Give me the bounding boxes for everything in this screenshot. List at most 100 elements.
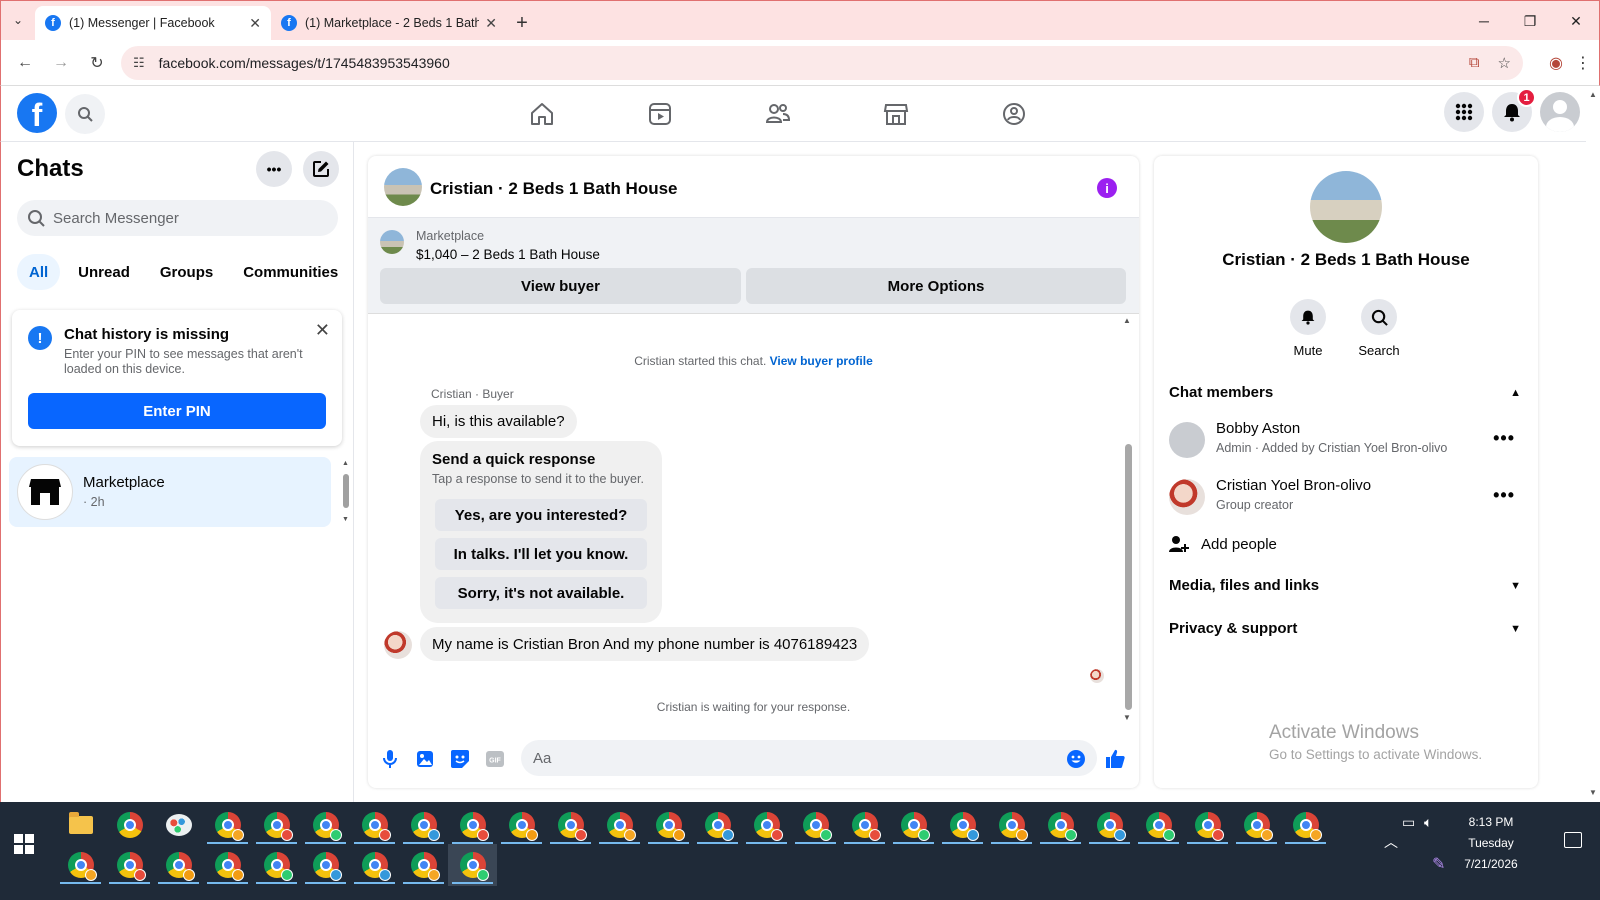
groups-nav[interactable] — [955, 86, 1073, 142]
taskbar-app-button[interactable] — [203, 804, 252, 846]
notification-center-icon[interactable] — [1564, 832, 1582, 848]
taskbar-app-button[interactable] — [1085, 804, 1134, 846]
minimize-icon[interactable]: ─ — [1461, 1, 1507, 41]
taskbar-app-button[interactable] — [350, 844, 399, 886]
url-field[interactable]: ☷ facebook.com/messages/t/17454839535439… — [121, 46, 1523, 80]
taskbar-app-button[interactable] — [987, 804, 1036, 846]
view-buyer-button[interactable]: View buyer — [380, 268, 741, 304]
view-buyer-profile-link[interactable]: View buyer profile — [770, 354, 873, 368]
taskbar-app-button[interactable] — [595, 804, 644, 846]
enter-pin-button[interactable]: Enter PIN — [28, 393, 326, 429]
taskbar-app-button[interactable] — [56, 804, 105, 846]
chevron-up-icon[interactable]: ︿ — [1384, 832, 1398, 852]
more-dots-icon[interactable]: ••• — [1493, 428, 1515, 449]
bookmark-star-icon[interactable]: ☆ — [1498, 54, 1511, 72]
browser-menu-icon[interactable]: ⋮ — [1575, 53, 1591, 73]
tab-search-chevron-icon[interactable]: ⌄ — [1, 0, 35, 40]
media-files-section[interactable]: Media, files and links ▼ — [1169, 577, 1521, 594]
search-action[interactable]: Search — [1349, 299, 1409, 358]
taskbar-app-button[interactable] — [448, 844, 497, 886]
more-dots-icon[interactable]: ••• — [1493, 485, 1515, 506]
account-avatar[interactable] — [1540, 92, 1580, 132]
close-icon[interactable]: ✕ — [315, 320, 330, 341]
taskbar-app-button[interactable] — [350, 804, 399, 846]
info-icon[interactable]: i — [1097, 178, 1117, 198]
new-tab-button[interactable]: + — [507, 6, 537, 40]
taskbar-app-button[interactable] — [840, 804, 889, 846]
scroll-down-icon[interactable]: ▼ — [1589, 788, 1597, 797]
taskbar-app-button[interactable] — [203, 844, 252, 886]
clock[interactable]: 8:13 PM Tuesday 7/21/2026 — [1446, 812, 1536, 875]
home-nav[interactable] — [483, 86, 601, 142]
taskbar-app-button[interactable] — [1281, 804, 1330, 846]
taskbar-app-button[interactable] — [252, 844, 301, 886]
voice-clip-icon[interactable] — [379, 748, 401, 770]
scrollbar-thumb[interactable] — [1125, 444, 1132, 710]
tab-marketplace[interactable]: f (1) Marketplace - 2 Beds 1 Bath ✕ — [271, 6, 507, 40]
profile-icon[interactable]: ◉ — [1549, 53, 1563, 73]
taskbar-app-button[interactable] — [399, 844, 448, 886]
member-row[interactable]: Bobby Aston Admin · Added by Cristian Yo… — [1169, 418, 1521, 462]
install-app-icon[interactable]: ⧉ — [1469, 54, 1480, 72]
taskbar-app-button[interactable] — [546, 804, 595, 846]
more-options-button[interactable]: More Options — [746, 268, 1126, 304]
quick-reply-not-available[interactable]: Sorry, it's not available. — [435, 577, 647, 609]
emoji-icon[interactable] — [1065, 748, 1087, 770]
conversation-title[interactable]: Cristian · 2 Beds 1 Bath House — [430, 179, 678, 199]
taskbar-app-button[interactable] — [252, 804, 301, 846]
volume-icon[interactable]: 🔈︎ — [1424, 814, 1432, 831]
taskbar-app-button[interactable] — [693, 804, 742, 846]
scroll-up-icon[interactable]: ▲ — [1589, 90, 1597, 99]
taskbar-app-button[interactable] — [105, 804, 154, 846]
taskbar-app-button[interactable] — [889, 804, 938, 846]
taskbar-app-button[interactable] — [1183, 804, 1232, 846]
taskbar-app-button[interactable] — [399, 804, 448, 846]
taskbar-app-button[interactable] — [105, 844, 154, 886]
add-people-button[interactable]: Add people — [1169, 534, 1521, 554]
taskbar-app-button[interactable] — [1036, 804, 1085, 846]
quick-reply-yes[interactable]: Yes, are you interested? — [435, 499, 647, 531]
scroll-up-icon[interactable]: ▲ — [342, 460, 349, 467]
conversation-large-avatar[interactable] — [1310, 171, 1382, 243]
taskbar-app-button[interactable] — [742, 804, 791, 846]
filter-groups[interactable]: Groups — [148, 254, 225, 290]
forward-icon[interactable]: → — [43, 45, 79, 81]
taskbar-app-button[interactable] — [154, 844, 203, 886]
video-nav[interactable] — [601, 86, 719, 142]
notifications-button[interactable]: 1 — [1492, 88, 1536, 132]
taskbar-app-button[interactable] — [644, 804, 693, 846]
facebook-logo-icon[interactable]: f — [17, 93, 57, 133]
filter-unread[interactable]: Unread — [66, 254, 142, 290]
conversation-avatar[interactable] — [384, 168, 422, 206]
close-tab-icon[interactable]: ✕ — [485, 15, 497, 32]
reload-icon[interactable]: ↻ — [79, 45, 115, 81]
photo-icon[interactable] — [414, 748, 436, 770]
filter-communities[interactable]: Communities — [231, 254, 350, 290]
chat-item-marketplace[interactable]: Marketplace · 2h — [9, 457, 331, 527]
chat-list-scrollbar[interactable]: ▲ ▼ — [341, 460, 351, 526]
windows-start-icon[interactable] — [14, 834, 34, 854]
taskbar-app-button[interactable] — [56, 844, 105, 886]
messenger-search-input[interactable]: Search Messenger — [17, 200, 338, 236]
message-bubble[interactable]: My name is Cristian Bron And my phone nu… — [420, 627, 870, 661]
message-bubble[interactable]: Hi, is this available? — [420, 405, 577, 438]
taskbar-app-button[interactable] — [301, 804, 350, 846]
close-tab-icon[interactable]: ✕ — [249, 15, 261, 32]
gif-icon[interactable]: GIF — [484, 748, 506, 770]
privacy-support-section[interactable]: Privacy & support ▼ — [1169, 620, 1521, 637]
quick-reply-in-talks[interactable]: In talks. I'll let you know. — [435, 538, 647, 570]
chat-members-section[interactable]: Chat members ▲ — [1169, 384, 1521, 401]
tab-messenger[interactable]: f (1) Messenger | Facebook ✕ — [35, 6, 271, 40]
back-icon[interactable]: ← — [7, 45, 43, 81]
scroll-up-icon[interactable]: ▲ — [1123, 316, 1131, 325]
menu-grid-button[interactable] — [1444, 92, 1484, 132]
marketplace-nav[interactable] — [837, 86, 955, 142]
taskbar-app-button[interactable] — [448, 804, 497, 846]
friends-nav[interactable] — [719, 86, 837, 142]
network-icon[interactable]: ▭ — [1402, 814, 1415, 831]
scroll-down-icon[interactable]: ▼ — [1123, 713, 1131, 722]
taskbar-app-button[interactable] — [301, 844, 350, 886]
close-window-icon[interactable]: ✕ — [1553, 1, 1599, 41]
message-input[interactable] — [521, 740, 1097, 776]
sticker-icon[interactable] — [449, 748, 471, 770]
